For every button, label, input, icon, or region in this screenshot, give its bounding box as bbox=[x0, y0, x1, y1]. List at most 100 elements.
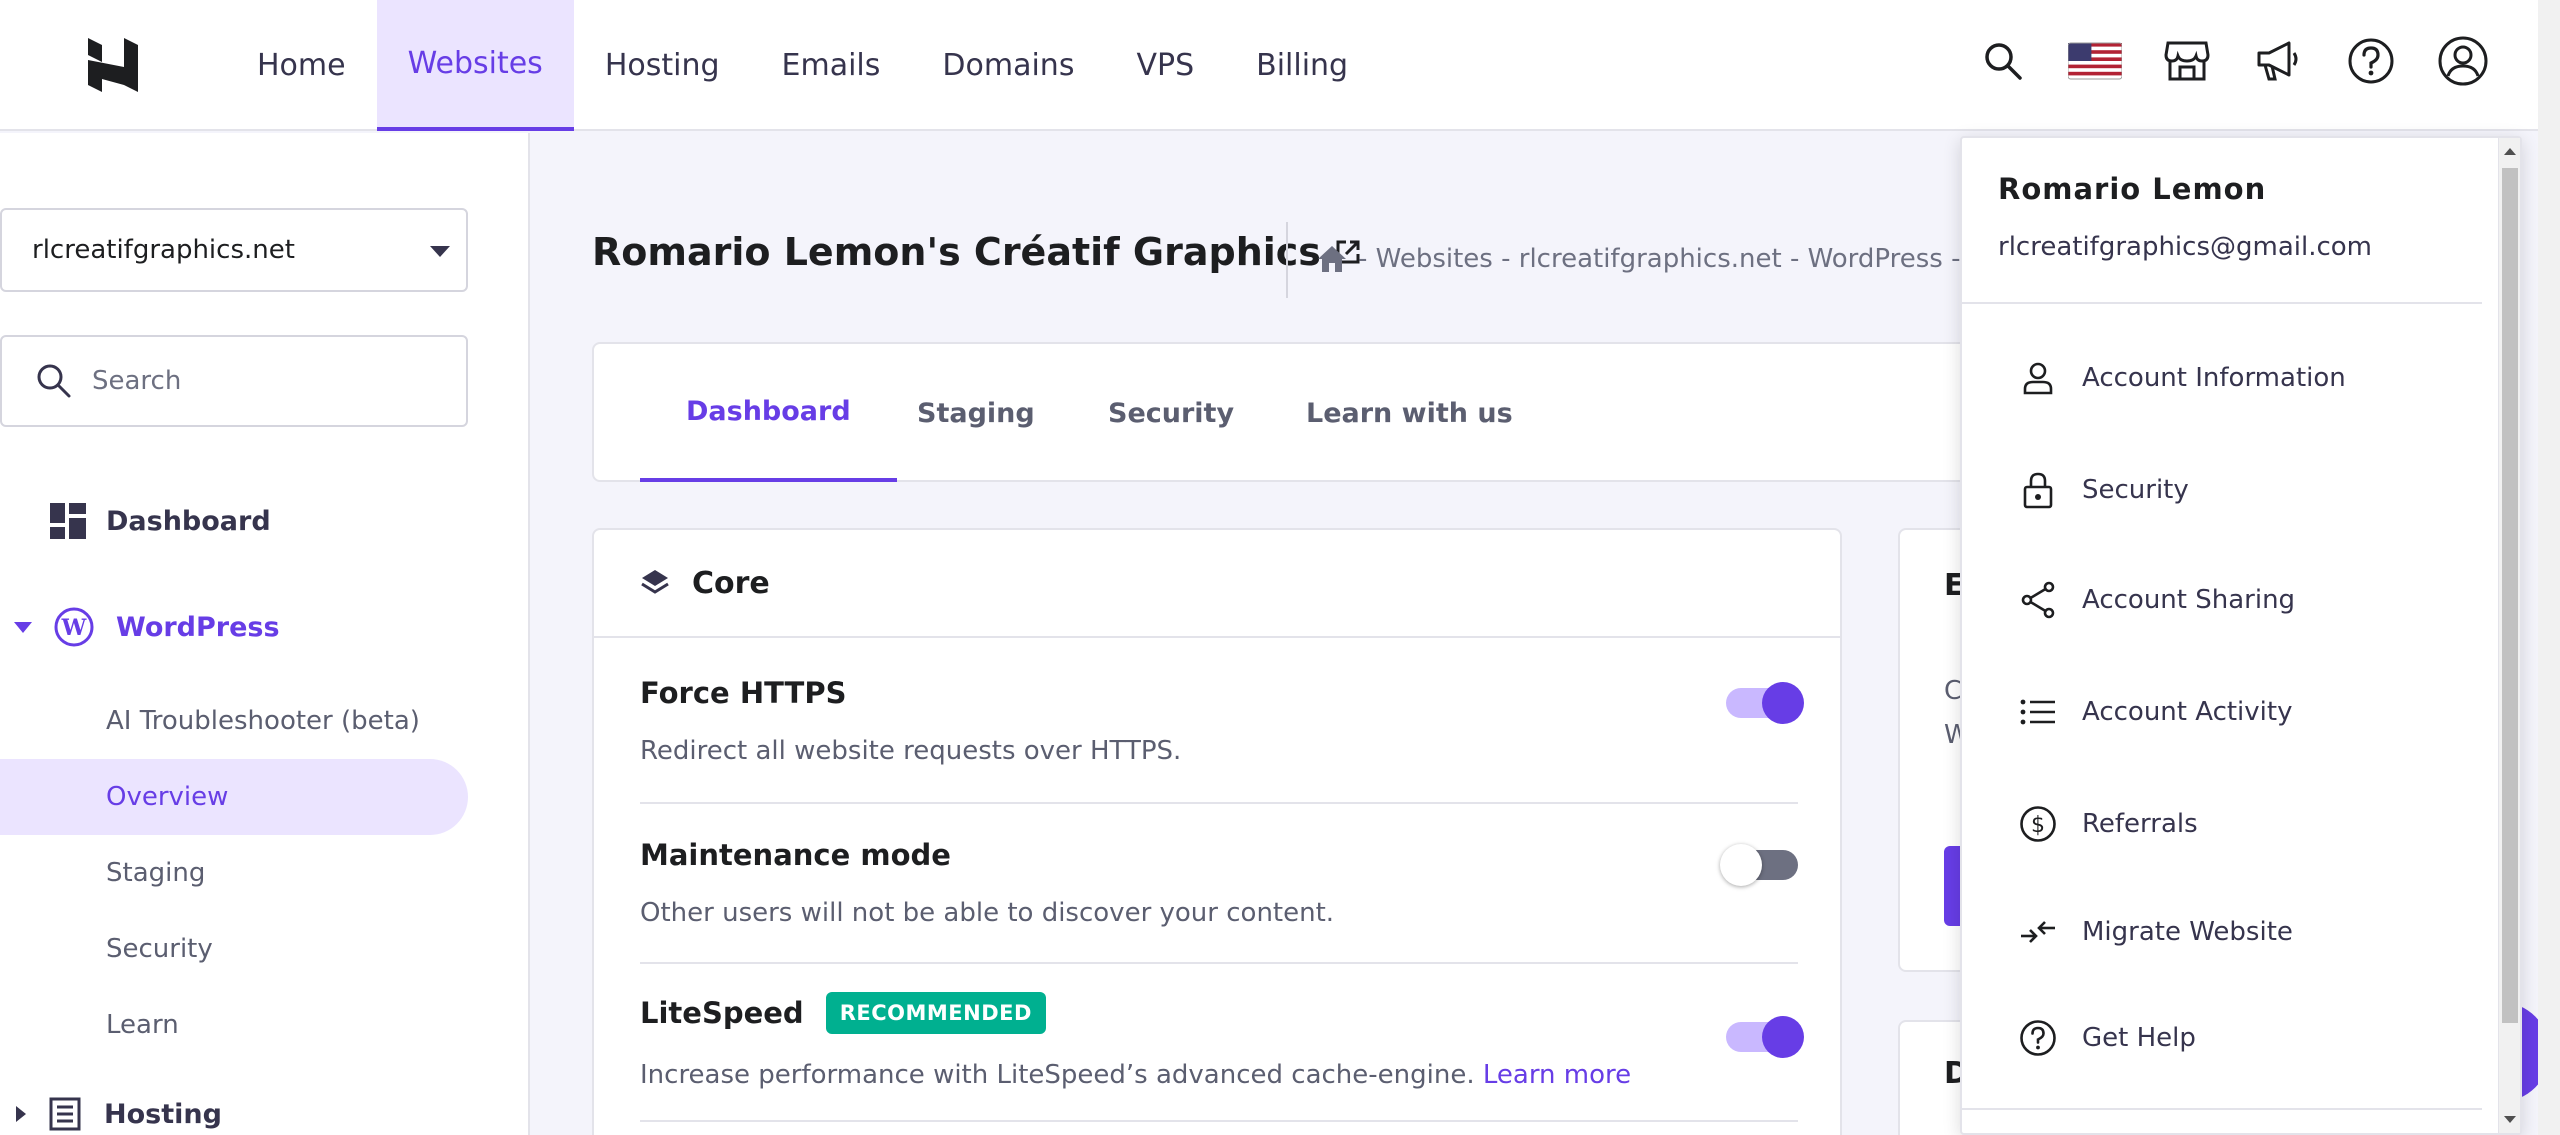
sidebar-sub-learn[interactable]: Learn bbox=[0, 987, 468, 1063]
menu-account-activity[interactable]: Account Activity bbox=[2018, 682, 2292, 742]
menu-referrals[interactable]: $ Referrals bbox=[2018, 794, 2198, 854]
menu-account-sharing[interactable]: Account Sharing bbox=[2018, 570, 2295, 630]
search-icon[interactable] bbox=[1976, 34, 2030, 88]
store-icon[interactable] bbox=[2160, 34, 2214, 88]
divider bbox=[640, 1120, 1798, 1122]
megaphone-icon[interactable] bbox=[2252, 34, 2306, 88]
nav-vps[interactable]: VPS bbox=[1105, 0, 1225, 131]
setting-maintenance-mode: Maintenance mode Other users will not be… bbox=[640, 838, 1798, 928]
sidebar-item-label: WordPress bbox=[116, 611, 280, 643]
setting-description: Redirect all website requests over HTTPS… bbox=[640, 736, 1182, 766]
core-card-title: Core bbox=[692, 565, 770, 601]
lock-icon bbox=[2018, 470, 2058, 510]
account-name: Romario Lemon bbox=[1998, 172, 2267, 206]
menu-label: Security bbox=[2082, 475, 2189, 505]
menu-label: Account Activity bbox=[2082, 697, 2293, 727]
domain-select[interactable]: rlcreatifgraphics.net bbox=[0, 208, 468, 292]
menu-label: Migrate Website bbox=[2082, 917, 2293, 947]
website-tabs: Dashboard Staging Security Learn with us bbox=[592, 342, 2012, 482]
wordpress-icon: W bbox=[54, 607, 94, 647]
account-icon[interactable] bbox=[2436, 34, 2490, 88]
account-email: rlcreatifgraphics@gmail.com bbox=[1998, 232, 2373, 262]
setting-description: Increase performance with LiteSpeed’s ad… bbox=[640, 1060, 1798, 1090]
scroll-down-arrow[interactable] bbox=[2504, 1116, 2516, 1123]
setting-title: Maintenance mode bbox=[640, 838, 951, 872]
sidebar-sub-overview[interactable]: Overview bbox=[0, 759, 468, 835]
svg-text:W: W bbox=[61, 615, 87, 641]
domain-select-value: rlcreatifgraphics.net bbox=[32, 235, 295, 265]
menu-label: Account Information bbox=[2082, 363, 2346, 393]
litespeed-toggle[interactable] bbox=[1726, 1016, 1804, 1058]
nav-domains[interactable]: Domains bbox=[911, 0, 1105, 131]
divider bbox=[640, 962, 1798, 964]
sidebar-sub-security[interactable]: Security bbox=[0, 911, 468, 987]
caret-right-icon bbox=[16, 1106, 26, 1122]
sidebar-item-wordpress[interactable]: W WordPress bbox=[14, 607, 280, 647]
core-card: Core Force HTTPS Redirect all website re… bbox=[592, 528, 1842, 1135]
menu-migrate-website[interactable]: Migrate Website bbox=[2018, 902, 2293, 962]
caret-down-icon bbox=[14, 621, 32, 633]
learn-more-link[interactable]: Learn more bbox=[1483, 1060, 1631, 1090]
page-title-text: Romario Lemon's Créatif Graphics bbox=[592, 230, 1321, 274]
nav-billing[interactable]: Billing bbox=[1225, 0, 1379, 131]
sidebar-item-label: Hosting bbox=[104, 1098, 222, 1130]
share-icon bbox=[2018, 580, 2058, 620]
breadcrumb-text[interactable]: - Websites - rlcreatifgraphics.net - Wor… bbox=[1358, 244, 1989, 274]
sidebar-item-hosting[interactable]: Hosting bbox=[16, 1097, 222, 1131]
sidebar: rlcreatifgraphics.net Dashboard W WordPr… bbox=[0, 133, 530, 1135]
setting-litespeed: LiteSpeed RECOMMENDED Increase performan… bbox=[640, 992, 1804, 1090]
setting-title-text: LiteSpeed bbox=[640, 996, 804, 1030]
breadcrumb: - Websites - rlcreatifgraphics.net - Wor… bbox=[1316, 244, 1989, 274]
hosting-icon bbox=[48, 1097, 82, 1131]
migrate-icon bbox=[2018, 912, 2058, 952]
dashboard-icon bbox=[50, 503, 86, 539]
layers-icon bbox=[640, 568, 670, 598]
hostinger-logo[interactable] bbox=[84, 36, 142, 94]
nav-emails[interactable]: Emails bbox=[751, 0, 912, 131]
top-bar: Home Websites Hosting Emails Domains VPS… bbox=[0, 0, 2560, 131]
nav-hosting[interactable]: Hosting bbox=[574, 0, 751, 131]
scrollbar-thumb[interactable] bbox=[2502, 168, 2518, 1023]
search-icon bbox=[36, 363, 72, 399]
help-icon[interactable] bbox=[2344, 34, 2398, 88]
home-icon[interactable] bbox=[1316, 244, 1348, 274]
us-flag-icon[interactable] bbox=[2068, 34, 2122, 88]
menu-security[interactable]: Security bbox=[2018, 460, 2189, 520]
dropdown-scrollbar[interactable] bbox=[2498, 138, 2520, 1133]
help-circle-icon bbox=[2018, 1018, 2058, 1058]
sidebar-search-input[interactable] bbox=[92, 366, 452, 396]
maintenance-mode-toggle[interactable] bbox=[1720, 844, 1798, 886]
setting-description-text: Increase performance with LiteSpeed’s ad… bbox=[640, 1060, 1475, 1090]
sidebar-sub-staging[interactable]: Staging bbox=[0, 835, 468, 911]
tab-learn-with-us[interactable]: Learn with us bbox=[1306, 344, 1513, 482]
dollar-circle-icon: $ bbox=[2018, 804, 2058, 844]
nav-home[interactable]: Home bbox=[226, 0, 377, 131]
recommended-badge: RECOMMENDED bbox=[825, 992, 1046, 1034]
menu-label: Account Sharing bbox=[2082, 585, 2296, 615]
page-title: Romario Lemon's Créatif Graphics bbox=[592, 230, 1361, 274]
tab-dashboard[interactable]: Dashboard bbox=[640, 344, 897, 482]
user-icon bbox=[2018, 358, 2058, 398]
menu-account-information[interactable]: Account Information bbox=[2018, 348, 2346, 408]
account-dropdown: Romario Lemon rlcreatifgraphics@gmail.co… bbox=[1960, 136, 2522, 1135]
setting-force-https: Force HTTPS Redirect all website request… bbox=[640, 676, 1804, 766]
chevron-down-icon bbox=[430, 246, 450, 257]
account-user-info: Romario Lemon rlcreatifgraphics@gmail.co… bbox=[1962, 138, 2482, 304]
force-https-toggle[interactable] bbox=[1726, 682, 1804, 724]
setting-title: LiteSpeed RECOMMENDED bbox=[640, 992, 1798, 1034]
sidebar-sub-ai-troubleshooter[interactable]: AI Troubleshooter (beta) bbox=[0, 683, 468, 759]
page-scrollbar[interactable] bbox=[2538, 0, 2560, 1135]
setting-description: Other users will not be able to discover… bbox=[640, 898, 1335, 928]
menu-get-help[interactable]: Get Help bbox=[2018, 1008, 2196, 1068]
sidebar-item-dashboard[interactable]: Dashboard bbox=[50, 503, 271, 539]
tab-staging[interactable]: Staging bbox=[917, 344, 1035, 482]
setting-title: Force HTTPS bbox=[640, 676, 847, 710]
tab-security[interactable]: Security bbox=[1108, 344, 1234, 482]
title-divider bbox=[1286, 222, 1288, 298]
scroll-up-arrow[interactable] bbox=[2504, 148, 2516, 155]
divider bbox=[1962, 1108, 2482, 1110]
svg-text:$: $ bbox=[2031, 813, 2045, 838]
sidebar-search bbox=[0, 335, 468, 427]
nav-websites[interactable]: Websites bbox=[376, 0, 574, 131]
main-nav: Home Websites Hosting Emails Domains VPS… bbox=[226, 0, 1379, 131]
